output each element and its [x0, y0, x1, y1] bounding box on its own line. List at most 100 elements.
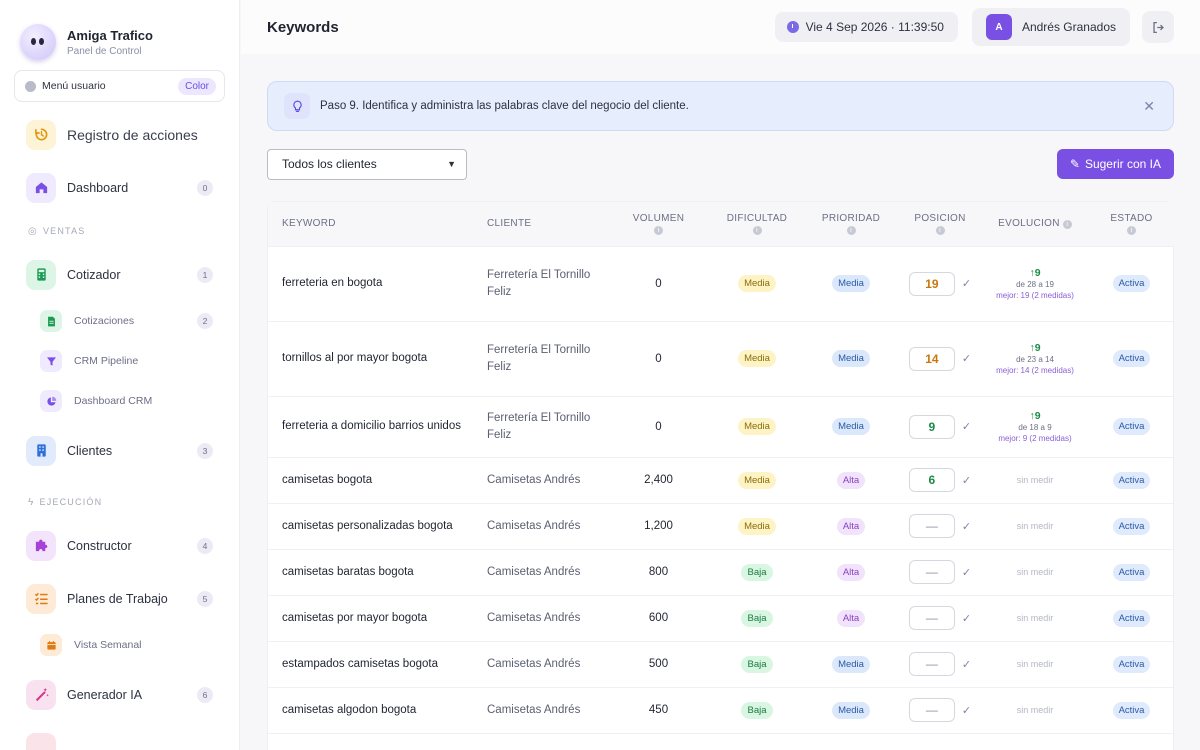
client-cell: Ferretería El Tornillo Feliz [487, 268, 591, 298]
status-badge[interactable]: Activa [1112, 701, 1151, 719]
logout-button[interactable] [1142, 11, 1174, 43]
keyword-cell: camisetas bogota [282, 473, 373, 486]
status-badge[interactable]: Activa [1112, 471, 1151, 489]
table-row[interactable]: tornillos al por mayor bogota Ferretería… [268, 321, 1174, 396]
table-row[interactable]: ferreteria en bogota Ferretería El Torni… [268, 246, 1174, 321]
position-input[interactable]: — [908, 560, 955, 584]
table-row[interactable]: camisetas personalizadas bogota Camiseta… [268, 503, 1174, 549]
count-badge: 3 [197, 442, 213, 459]
sidebar-item-cotizador[interactable]: Cotizador 1 [0, 248, 239, 301]
evolution-empty: sin medir [1016, 659, 1054, 669]
main-content: Paso 9. Identifica y administra las pala… [241, 54, 1200, 750]
evolution-best: mejor: 19 (2 medidas) [996, 290, 1074, 300]
keyword-cell: camisetas por mayor bogota [282, 611, 428, 624]
check-icon[interactable]: ✓ [962, 420, 971, 433]
document-icon [40, 310, 62, 332]
check-icon[interactable]: ✓ [962, 704, 971, 717]
top-header: Keywords Vie 4 Sep 2026 · 11:39:50 A And… [241, 0, 1200, 54]
difficulty-badge: Media [738, 418, 776, 435]
check-icon[interactable]: ✓ [962, 612, 971, 625]
sidebar-item-generador[interactable]: Generador IA 6 [0, 668, 239, 721]
sidebar-item-cotizaciones[interactable]: Cotizaciones 2 [0, 301, 239, 341]
table-row[interactable]: estampados camisetas bogota Camisetas An… [268, 641, 1174, 687]
col-header-cliente[interactable]: CLIENTE [473, 202, 606, 246]
table-row[interactable] [268, 733, 1174, 750]
keyword-cell: camisetas algodon bogota [282, 703, 417, 716]
position-input[interactable]: 14 [908, 346, 955, 371]
position-input[interactable]: — [908, 514, 955, 538]
list-check-icon [26, 583, 56, 614]
position-cell: — ✓ [899, 549, 981, 595]
col-header-volumen[interactable]: VOLUMEN i [606, 202, 711, 246]
position-input[interactable]: 19 [908, 271, 955, 296]
funnel-icon [40, 350, 62, 372]
suggest-ai-label: Sugerir con IA [1084, 157, 1161, 171]
difficulty-badge: Baja [741, 563, 773, 581]
status-badge[interactable]: Activa [1112, 350, 1151, 367]
col-header-estado[interactable]: ESTADO i [1089, 202, 1174, 246]
check-icon[interactable]: ✓ [962, 474, 971, 487]
position-input[interactable]: — [908, 698, 955, 722]
position-input[interactable]: — [908, 652, 955, 676]
user-profile-chip[interactable]: A Andrés Granados [971, 8, 1130, 46]
sidebar-item-label: Clientes [67, 443, 113, 458]
check-icon[interactable]: ✓ [962, 566, 971, 579]
info-icon[interactable]: i [654, 225, 663, 235]
user-menu-button[interactable]: Menú usuario Color [14, 70, 225, 102]
suggest-ai-button[interactable]: ✎ Sugerir con IA [1056, 149, 1174, 179]
info-icon[interactable]: i [1062, 220, 1072, 230]
bolt-icon: ϟ [28, 496, 35, 508]
check-icon[interactable]: ✓ [962, 520, 971, 533]
col-header-prioridad[interactable]: PRIORIDAD i [803, 202, 899, 246]
position-cell: — ✓ [899, 503, 981, 549]
status-badge[interactable]: Activa [1112, 418, 1151, 435]
info-icon[interactable]: i [752, 225, 762, 235]
position-input[interactable]: 6 [908, 468, 955, 492]
close-icon[interactable]: ✕ [1143, 98, 1155, 115]
info-icon[interactable]: i [846, 225, 856, 235]
difficulty-badge: Media [738, 471, 776, 489]
table-row[interactable]: ferreteria a domicilio barrios unidos Fe… [268, 396, 1174, 457]
table-row[interactable]: camisetas baratas bogota Camisetas André… [268, 549, 1174, 595]
sidebar-item-label: Vista Semanal [74, 639, 142, 651]
status-badge[interactable]: Activa [1112, 655, 1151, 673]
table-row[interactable]: camisetas bogota Camisetas Andrés 2,400 … [268, 457, 1174, 503]
position-input[interactable]: — [908, 606, 955, 630]
sidebar-item-planes[interactable]: Planes de Trabajo 5 [0, 572, 239, 625]
col-header-dificultad[interactable]: DIFICULTAD i [711, 202, 803, 246]
client-filter-select[interactable]: Todos los clientes ▼ [267, 148, 467, 180]
clock-icon [786, 21, 799, 33]
position-input[interactable]: 9 [908, 414, 955, 439]
color-chip[interactable]: Color [178, 77, 216, 95]
table-row[interactable]: camisetas algodon bogota Camisetas André… [268, 687, 1174, 733]
position-cell: — ✓ [899, 595, 981, 641]
info-icon[interactable]: i [1127, 225, 1136, 235]
check-icon[interactable]: ✓ [962, 352, 971, 365]
status-badge[interactable]: Activa [1112, 517, 1151, 535]
brand[interactable]: Amiga Trafico Panel de Control [0, 0, 239, 62]
sidebar-item-crm-pipeline[interactable]: CRM Pipeline [0, 341, 239, 381]
difficulty-badge: Media [738, 517, 776, 535]
status-badge[interactable]: Activa [1112, 609, 1151, 627]
sidebar-item-label: Planes de Trabajo [67, 591, 168, 606]
sidebar-item-constructor[interactable]: Constructor 4 [0, 519, 239, 572]
col-header-posicion[interactable]: POSICION i [899, 202, 981, 246]
sidebar-item-clientes[interactable]: Clientes 3 [0, 424, 239, 477]
col-header-keyword[interactable]: KEYWORD [268, 202, 473, 246]
sidebar-item-registro[interactable]: Registro de acciones [0, 108, 239, 161]
info-icon[interactable]: i [935, 225, 945, 235]
sidebar-item-vista-semanal[interactable]: Vista Semanal [0, 625, 239, 665]
magic-wand-icon [26, 679, 56, 710]
status-badge[interactable]: Activa [1112, 563, 1151, 581]
client-cell [473, 733, 606, 750]
status-badge[interactable]: Activa [1112, 275, 1151, 292]
table-row[interactable]: camisetas por mayor bogota Camisetas And… [268, 595, 1174, 641]
check-icon[interactable]: ✓ [962, 277, 971, 290]
next-item-icon [26, 732, 56, 750]
evolution-empty: sin medir [1016, 521, 1054, 531]
sidebar-item-dashboard[interactable]: Dashboard 0 [0, 161, 239, 214]
col-header-evolucion[interactable]: EVOLUCION i [981, 202, 1089, 246]
sidebar-item-next[interactable] [0, 721, 239, 750]
sidebar-item-dashboard-crm[interactable]: Dashboard CRM [0, 381, 239, 421]
check-icon[interactable]: ✓ [962, 658, 971, 671]
